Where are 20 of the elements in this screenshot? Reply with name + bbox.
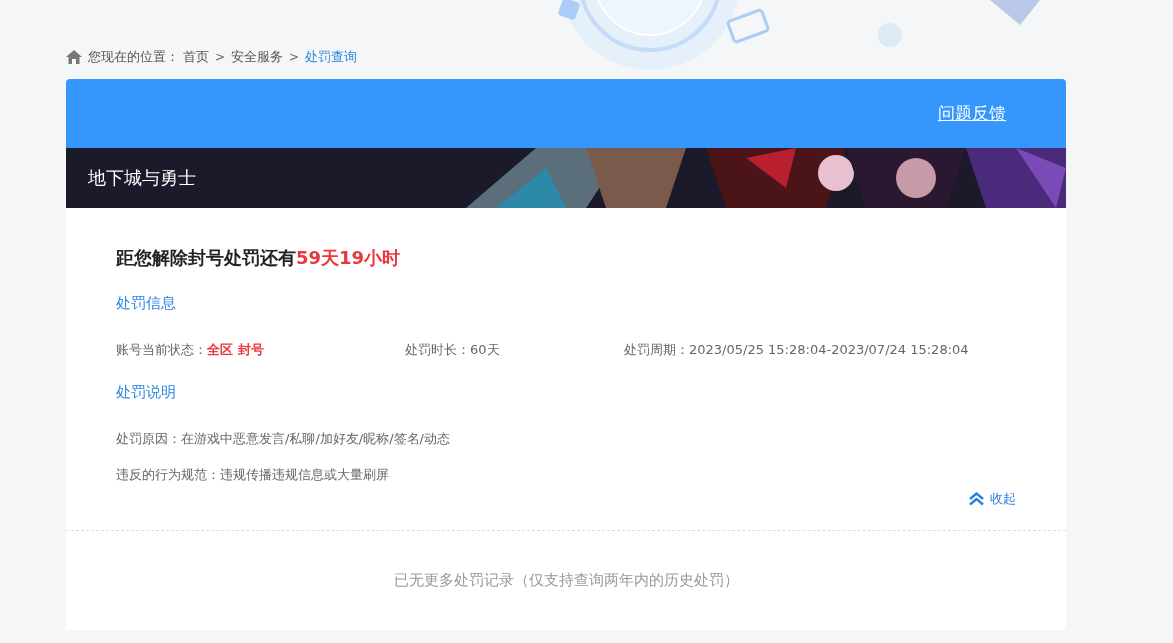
detail-text: 处罚原因：在游戏中恶意发言/私聊/加好友/昵称/签名/动态 (116, 430, 451, 448)
breadcrumb-link[interactable]: 安全服务 (231, 48, 284, 66)
breadcrumb-link[interactable]: 处罚查询 (305, 48, 358, 66)
home-icon (66, 50, 82, 64)
penalty-field: 账号当前状态：全区 封号 (116, 341, 405, 359)
unban-countdown: 距您解除封号处罚还有59天19小时 (116, 246, 402, 270)
section-heading: 处罚说明 (116, 383, 177, 402)
location-label: 您现在的位置： (88, 48, 179, 66)
game-title: 地下城与勇士 (88, 166, 196, 190)
no-more-records-note: 已无更多处罚记录（仅支持查询两年内的历史处罚） (393, 571, 739, 591)
breadcrumb-separator: > (215, 50, 226, 64)
breadcrumb-separator: > (289, 50, 300, 64)
breadcrumb-link[interactable]: 首页 (183, 48, 209, 66)
detail-text: 违反的行为规范：违规传播违规信息或大量刷屏 (116, 466, 390, 484)
feedback-link[interactable]: 问题反馈 (938, 102, 1006, 125)
penalty-field: 处罚时长：60天 (405, 341, 624, 359)
collapse-link[interactable]: 收起 (968, 490, 1016, 508)
double-chevron-up-icon (968, 492, 985, 506)
section-heading: 处罚信息 (116, 294, 177, 313)
penalty-field: 处罚周期：2023/05/25 15:28:04-2023/07/24 15:28:04 (624, 341, 969, 359)
